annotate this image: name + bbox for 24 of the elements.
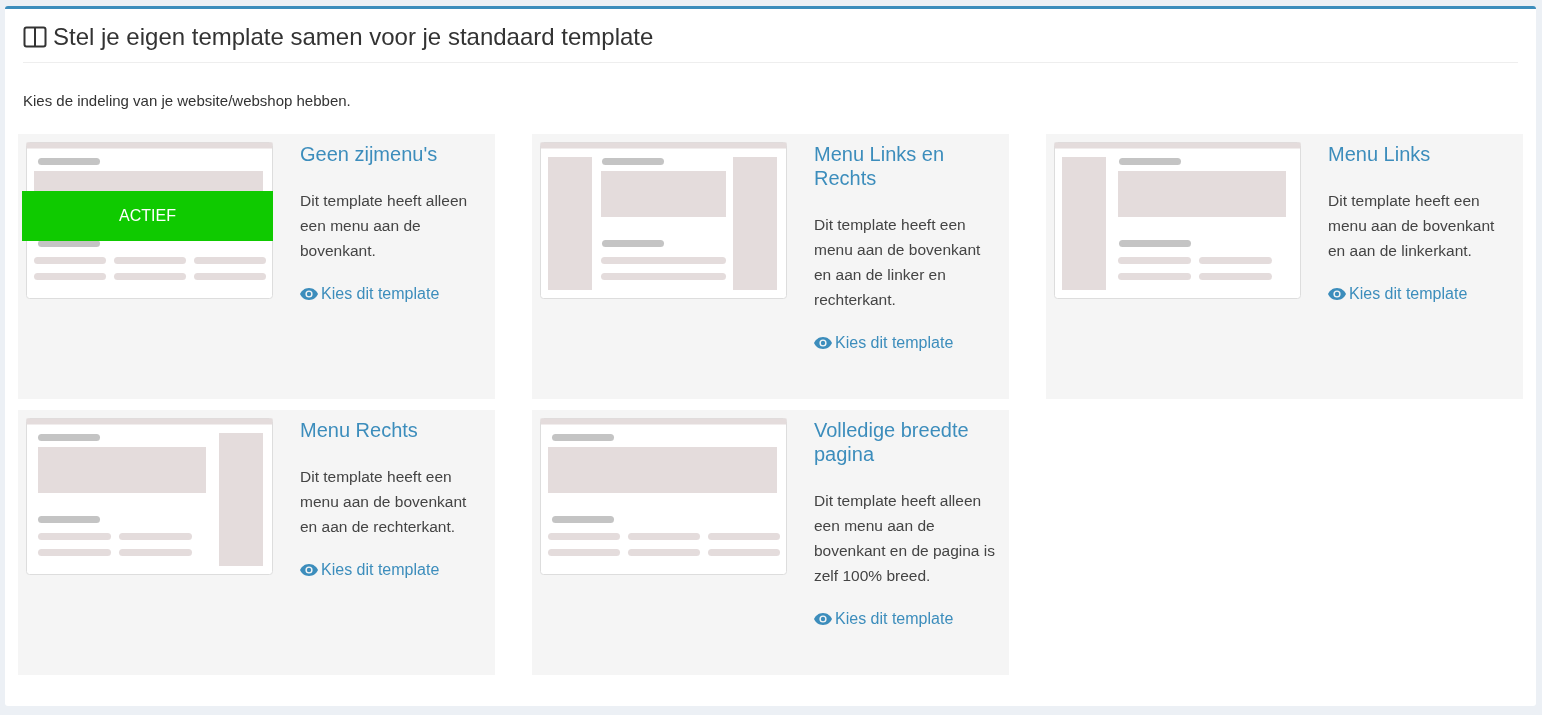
eye-icon xyxy=(300,564,318,576)
template-description: Dit template heeft alleen een menu aan de bovenkant en de pagina is zelf 100% breed. xyxy=(814,491,996,586)
template-description: Dit template heeft een menu aan de bovenkant en aan de linkerkant. xyxy=(1328,191,1496,261)
template-title: Menu Rechts xyxy=(300,418,419,442)
eye-icon xyxy=(814,613,832,625)
choose-template-link[interactable]: Kies dit template xyxy=(814,334,954,352)
template-title: Volledige breedte pagina xyxy=(814,418,970,466)
choose-template-link[interactable]: Kies dit template xyxy=(300,561,440,579)
active-banner: ACTIEF xyxy=(22,191,273,241)
template-description: Dit template heeft een menu aan de bovenkant en aan de rechterkant. xyxy=(300,467,468,537)
template-title: Menu Links en Rechts xyxy=(814,142,946,190)
eye-icon xyxy=(1328,288,1346,300)
eye-icon xyxy=(814,337,832,349)
template-description: Dit template heeft alleen een menu aan de bovenkant. xyxy=(300,191,469,261)
panel-title: Stel je eigen template samen voor je standaard template xyxy=(53,23,654,51)
template-description: Dit template heeft een menu aan de bovenkant en aan de linker en rechterkant. xyxy=(814,215,982,310)
choose-template-link[interactable]: Kies dit template xyxy=(814,610,954,628)
intro-text: Kies de indeling van je website/webshop hebben. xyxy=(23,92,352,109)
template-title: Menu Links xyxy=(1328,142,1432,166)
eye-icon xyxy=(300,288,318,300)
template-title: Geen zijmenu's xyxy=(300,142,439,166)
columns-icon xyxy=(23,26,47,48)
choose-template-link[interactable]: Kies dit template xyxy=(1328,285,1468,303)
choose-template-link[interactable]: Kies dit template xyxy=(300,285,440,303)
